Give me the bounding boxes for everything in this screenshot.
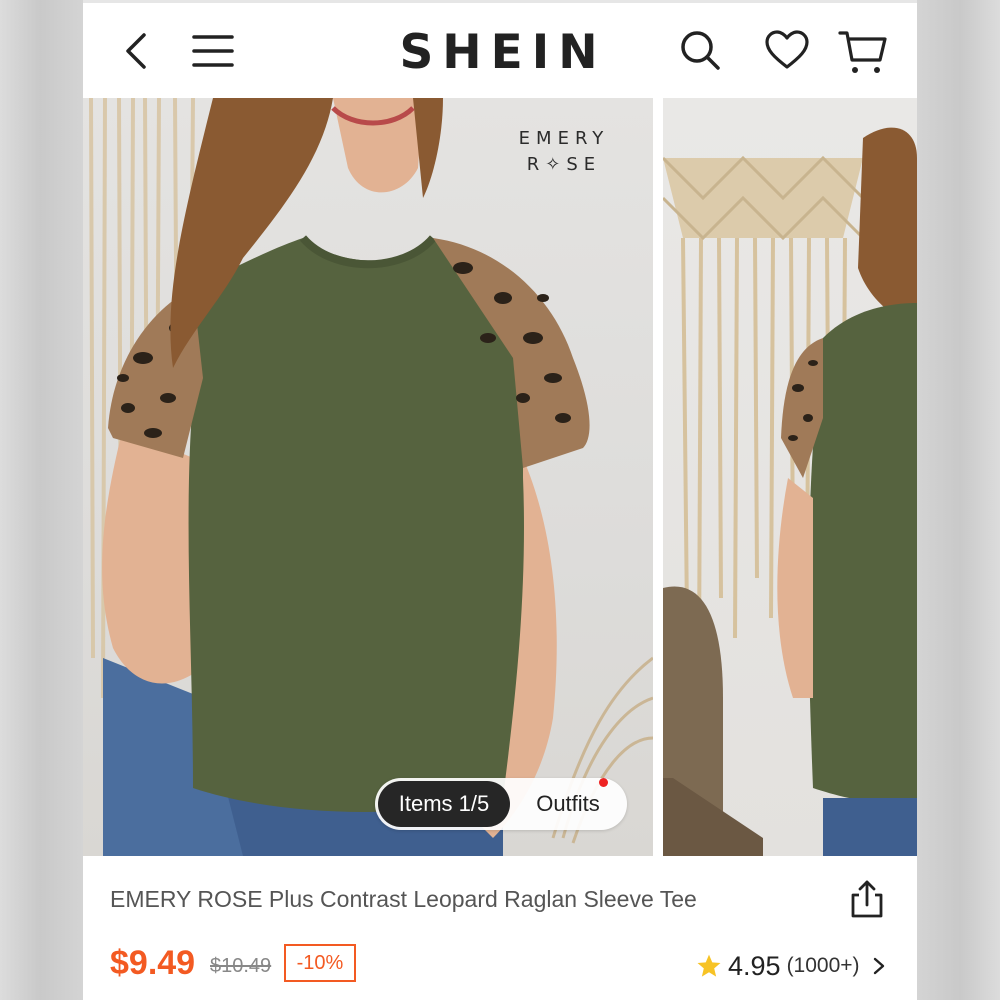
model-front-illustration: [89, 98, 653, 856]
menu-button[interactable]: [187, 29, 239, 73]
menu-icon: [192, 35, 234, 67]
brand-watermark: EMERY R✧SE: [499, 126, 629, 178]
original-price: $10.49: [210, 955, 272, 977]
price-row: $9.49 $10.49 -10% 4.95 (1000+): [110, 940, 900, 990]
product-title: EMERY ROSE Plus Contrast Leopard Raglan …: [110, 886, 697, 912]
brand-watermark-line1: EMERY: [518, 128, 610, 149]
search-icon: [681, 31, 720, 70]
rating-summary[interactable]: 4.95 (1000+): [696, 948, 886, 984]
product-image-front[interactable]: EMERY R✧SE Items 1/5 Outfits: [83, 98, 653, 856]
phone-screen: SHEIN EMERY R✧SE Items 1/5 Outfits EMERY…: [83, 0, 917, 1000]
wishlist-button[interactable]: [761, 25, 813, 75]
model-back-illustration: [663, 127, 917, 856]
search-button[interactable]: [675, 25, 725, 75]
star-icon: [697, 954, 721, 977]
top-nav-bar: SHEIN: [83, 0, 917, 98]
cart-icon: [838, 31, 887, 73]
sale-price: $9.49: [110, 944, 196, 982]
back-button[interactable]: [115, 29, 159, 73]
share-icon: [851, 880, 883, 918]
review-count: (1000+): [786, 954, 860, 977]
gallery-toggle: Items 1/5 Outfits: [375, 778, 627, 830]
brand-watermark-line2: R✧SE: [526, 154, 602, 175]
product-image-back[interactable]: [663, 98, 917, 856]
cart-button[interactable]: [835, 25, 891, 79]
notification-dot: [599, 778, 608, 787]
outfits-tab[interactable]: Outfits: [513, 781, 623, 827]
share-button[interactable]: [849, 878, 885, 920]
heart-icon: [765, 30, 809, 69]
items-tab[interactable]: Items 1/5: [378, 781, 510, 827]
chevron-right-icon: [873, 957, 884, 975]
discount-badge: -10%: [284, 944, 356, 982]
rating-value: 4.95: [728, 950, 781, 981]
chevron-left-icon: [126, 33, 146, 69]
shein-logo[interactable]: SHEIN: [383, 25, 623, 81]
product-image-gallery[interactable]: EMERY R✧SE Items 1/5 Outfits: [83, 98, 917, 856]
